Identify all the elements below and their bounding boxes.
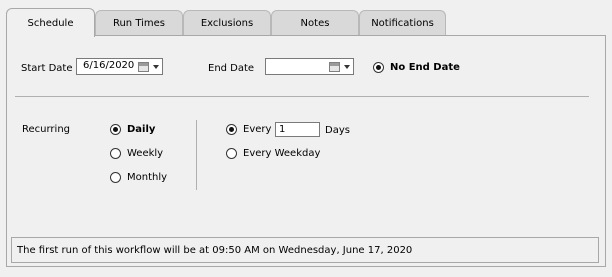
tab-run-times[interactable]: Run Times <box>95 10 183 36</box>
radio-selected-icon[interactable] <box>110 124 121 135</box>
recurring-weekly-radio[interactable]: Weekly <box>110 148 163 159</box>
every-weekday-radio[interactable]: Every Weekday <box>226 148 320 159</box>
every-label: Every <box>243 124 272 135</box>
status-bar: The first run of this workflow will be a… <box>11 237 599 263</box>
recurring-daily-label: Daily <box>127 124 156 135</box>
no-end-date-label: No End Date <box>390 62 460 73</box>
tab-notifications[interactable]: Notifications <box>359 10 446 36</box>
first-run-message: The first run of this workflow will be a… <box>17 245 413 256</box>
radio-selected-icon[interactable] <box>373 62 384 73</box>
every-weekday-label: Every Weekday <box>243 148 321 159</box>
recurring-weekly-label: Weekly <box>127 148 164 159</box>
every-days-radio[interactable]: Every <box>226 124 271 135</box>
radio-unselected-icon[interactable] <box>226 148 237 159</box>
end-date-picker[interactable] <box>265 58 354 75</box>
recurring-monthly-label: Monthly <box>127 172 168 183</box>
radio-unselected-icon[interactable] <box>110 148 121 159</box>
tab-notes[interactable]: Notes <box>271 10 359 36</box>
calendar-icon[interactable] <box>329 62 340 72</box>
start-date-picker[interactable]: 6/16/2020 <box>76 58 163 75</box>
chevron-down-icon[interactable] <box>153 65 159 69</box>
divider <box>15 96 589 97</box>
tab-schedule[interactable]: Schedule <box>6 8 95 37</box>
days-label: Days <box>325 125 350 136</box>
radio-unselected-icon[interactable] <box>110 172 121 183</box>
recurring-label: Recurring <box>22 124 70 135</box>
no-end-date-radio[interactable]: No End Date <box>373 62 460 73</box>
schedule-panel: Start Date 6/16/2020 End Date No End Dat… <box>6 35 606 267</box>
start-date-label: Start Date <box>21 63 73 74</box>
recurring-monthly-radio[interactable]: Monthly <box>110 172 167 183</box>
start-date-value: 6/16/2020 <box>83 60 135 71</box>
tab-exclusions[interactable]: Exclusions <box>183 10 271 36</box>
recurring-daily-radio[interactable]: Daily <box>110 124 155 135</box>
radio-selected-icon[interactable] <box>226 124 237 135</box>
chevron-down-icon[interactable] <box>344 65 350 69</box>
every-days-input[interactable] <box>275 122 320 137</box>
calendar-icon[interactable] <box>138 62 149 72</box>
end-date-label: End Date <box>208 63 255 74</box>
vertical-divider <box>196 120 197 190</box>
